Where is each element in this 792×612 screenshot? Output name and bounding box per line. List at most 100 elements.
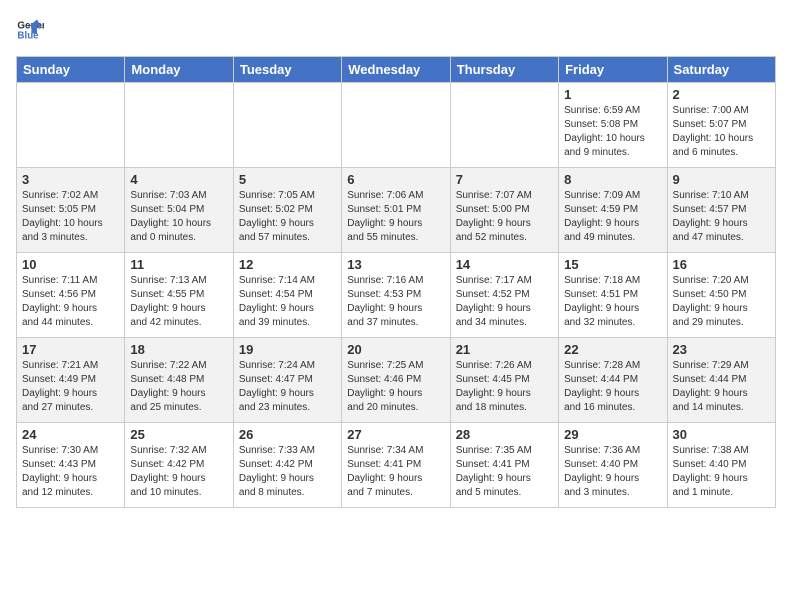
- day-number: 18: [130, 342, 227, 357]
- week-row-3: 10 Sunrise: 7:11 AM Sunset: 4:56 PM Dayli…: [17, 253, 776, 338]
- day-number: 19: [239, 342, 336, 357]
- day-number: 17: [22, 342, 119, 357]
- day-cell: 2 Sunrise: 7:00 AM Sunset: 5:07 PM Daylig…: [667, 83, 775, 168]
- day-cell: 12Sunrise: 7:14 AM Sunset: 4:54 PM Dayli…: [233, 253, 341, 338]
- day-number: 5: [239, 172, 336, 187]
- day-cell: [17, 83, 125, 168]
- day-cell: 13 Sunrise: 7:16 AM Sunset: 4:53 PM Dayli…: [342, 253, 450, 338]
- col-header-sunday: Sunday: [17, 57, 125, 83]
- day-info: Sunrise: 7:34 AM Sunset: 4:41 PM Dayligh…: [347, 444, 444, 500]
- day-number: 15: [564, 257, 661, 272]
- day-number: 12: [239, 257, 336, 272]
- day-cell: 28 Sunrise: 7:35 AM Sunset: 4:41 PM Dayli…: [450, 423, 558, 508]
- day-cell: 4Sunrise: 7:03 AM Sunset: 5:04 PM Daylig…: [125, 168, 233, 253]
- week-row-4: 17 Sunrise: 7:21 AM Sunset: 4:49 PM Dayli…: [17, 338, 776, 423]
- day-cell: 24Sunrise: 7:30 AM Sunset: 4:43 PM Dayli…: [17, 423, 125, 508]
- logo: General Blue: [16, 16, 48, 44]
- week-row-2: 3Sunrise: 7:02 AM Sunset: 5:05 PM Daylig…: [17, 168, 776, 253]
- day-cell: 3Sunrise: 7:02 AM Sunset: 5:05 PM Daylig…: [17, 168, 125, 253]
- day-number: 27: [347, 427, 444, 442]
- col-header-wednesday: Wednesday: [342, 57, 450, 83]
- week-row-5: 24Sunrise: 7:30 AM Sunset: 4:43 PM Dayli…: [17, 423, 776, 508]
- day-number: 8: [564, 172, 661, 187]
- day-cell: 8 Sunrise: 7:09 AM Sunset: 4:59 PM Daylig…: [559, 168, 667, 253]
- day-info: Sunrise: 6:59 AM Sunset: 5:08 PM Dayligh…: [564, 104, 661, 160]
- header-row: SundayMondayTuesdayWednesdayThursdayFrid…: [17, 57, 776, 83]
- day-number: 2: [673, 87, 770, 102]
- day-info: Sunrise: 7:05 AM Sunset: 5:02 PM Dayligh…: [239, 189, 336, 245]
- day-info: Sunrise: 7:17 AM Sunset: 4:52 PM Dayligh…: [456, 274, 553, 330]
- day-cell: 20Sunrise: 7:25 AM Sunset: 4:46 PM Dayli…: [342, 338, 450, 423]
- day-number: 21: [456, 342, 553, 357]
- day-cell: 18 Sunrise: 7:22 AM Sunset: 4:48 PM Dayli…: [125, 338, 233, 423]
- day-info: Sunrise: 7:11 AM Sunset: 4:56 PM Dayligh…: [22, 274, 119, 330]
- day-cell: 30 Sunrise: 7:38 AM Sunset: 4:40 PM Dayli…: [667, 423, 775, 508]
- day-number: 16: [673, 257, 770, 272]
- day-info: Sunrise: 7:29 AM Sunset: 4:44 PM Dayligh…: [673, 359, 770, 415]
- col-header-tuesday: Tuesday: [233, 57, 341, 83]
- col-header-saturday: Saturday: [667, 57, 775, 83]
- day-info: Sunrise: 7:28 AM Sunset: 4:44 PM Dayligh…: [564, 359, 661, 415]
- day-info: Sunrise: 7:38 AM Sunset: 4:40 PM Dayligh…: [673, 444, 770, 500]
- day-cell: 17 Sunrise: 7:21 AM Sunset: 4:49 PM Dayli…: [17, 338, 125, 423]
- day-info: Sunrise: 7:21 AM Sunset: 4:49 PM Dayligh…: [22, 359, 119, 415]
- day-info: Sunrise: 7:36 AM Sunset: 4:40 PM Dayligh…: [564, 444, 661, 500]
- day-cell: 6 Sunrise: 7:06 AM Sunset: 5:01 PM Daylig…: [342, 168, 450, 253]
- day-info: Sunrise: 7:02 AM Sunset: 5:05 PM Dayligh…: [22, 189, 119, 245]
- day-cell: 21 Sunrise: 7:26 AM Sunset: 4:45 PM Dayli…: [450, 338, 558, 423]
- day-info: Sunrise: 7:22 AM Sunset: 4:48 PM Dayligh…: [130, 359, 227, 415]
- col-header-thursday: Thursday: [450, 57, 558, 83]
- day-number: 4: [130, 172, 227, 187]
- day-cell: 29 Sunrise: 7:36 AM Sunset: 4:40 PM Dayli…: [559, 423, 667, 508]
- day-number: 23: [673, 342, 770, 357]
- day-info: Sunrise: 7:13 AM Sunset: 4:55 PM Dayligh…: [130, 274, 227, 330]
- logo-icon: General Blue: [16, 16, 44, 44]
- day-number: 10: [22, 257, 119, 272]
- day-cell: 1 Sunrise: 6:59 AM Sunset: 5:08 PM Daylig…: [559, 83, 667, 168]
- day-info: Sunrise: 7:25 AM Sunset: 4:46 PM Dayligh…: [347, 359, 444, 415]
- day-cell: 16 Sunrise: 7:20 AM Sunset: 4:50 PM Dayli…: [667, 253, 775, 338]
- calendar-table: SundayMondayTuesdayWednesdayThursdayFrid…: [16, 56, 776, 508]
- day-cell: 9 Sunrise: 7:10 AM Sunset: 4:57 PM Daylig…: [667, 168, 775, 253]
- day-number: 11: [130, 257, 227, 272]
- day-number: 22: [564, 342, 661, 357]
- day-info: Sunrise: 7:10 AM Sunset: 4:57 PM Dayligh…: [673, 189, 770, 245]
- day-cell: 27 Sunrise: 7:34 AM Sunset: 4:41 PM Dayli…: [342, 423, 450, 508]
- day-info: Sunrise: 7:26 AM Sunset: 4:45 PM Dayligh…: [456, 359, 553, 415]
- day-info: Sunrise: 7:33 AM Sunset: 4:42 PM Dayligh…: [239, 444, 336, 500]
- day-cell: 10 Sunrise: 7:11 AM Sunset: 4:56 PM Dayli…: [17, 253, 125, 338]
- day-info: Sunrise: 7:35 AM Sunset: 4:41 PM Dayligh…: [456, 444, 553, 500]
- day-info: Sunrise: 7:07 AM Sunset: 5:00 PM Dayligh…: [456, 189, 553, 245]
- day-cell: 25Sunrise: 7:32 AM Sunset: 4:42 PM Dayli…: [125, 423, 233, 508]
- day-info: Sunrise: 7:16 AM Sunset: 4:53 PM Dayligh…: [347, 274, 444, 330]
- day-info: Sunrise: 7:30 AM Sunset: 4:43 PM Dayligh…: [22, 444, 119, 500]
- day-number: 6: [347, 172, 444, 187]
- day-cell: [342, 83, 450, 168]
- day-info: Sunrise: 7:00 AM Sunset: 5:07 PM Dayligh…: [673, 104, 770, 160]
- day-number: 29: [564, 427, 661, 442]
- day-info: Sunrise: 7:06 AM Sunset: 5:01 PM Dayligh…: [347, 189, 444, 245]
- day-info: Sunrise: 7:09 AM Sunset: 4:59 PM Dayligh…: [564, 189, 661, 245]
- day-cell: 11 Sunrise: 7:13 AM Sunset: 4:55 PM Dayli…: [125, 253, 233, 338]
- week-row-1: 1 Sunrise: 6:59 AM Sunset: 5:08 PM Daylig…: [17, 83, 776, 168]
- day-info: Sunrise: 7:24 AM Sunset: 4:47 PM Dayligh…: [239, 359, 336, 415]
- day-cell: 22 Sunrise: 7:28 AM Sunset: 4:44 PM Dayli…: [559, 338, 667, 423]
- day-cell: 15Sunrise: 7:18 AM Sunset: 4:51 PM Dayli…: [559, 253, 667, 338]
- col-header-monday: Monday: [125, 57, 233, 83]
- page-header: General Blue: [16, 16, 776, 44]
- col-header-friday: Friday: [559, 57, 667, 83]
- day-cell: [233, 83, 341, 168]
- day-cell: 5 Sunrise: 7:05 AM Sunset: 5:02 PM Daylig…: [233, 168, 341, 253]
- day-number: 13: [347, 257, 444, 272]
- day-info: Sunrise: 7:32 AM Sunset: 4:42 PM Dayligh…: [130, 444, 227, 500]
- day-cell: [125, 83, 233, 168]
- day-cell: 19 Sunrise: 7:24 AM Sunset: 4:47 PM Dayli…: [233, 338, 341, 423]
- day-number: 1: [564, 87, 661, 102]
- day-cell: [450, 83, 558, 168]
- day-number: 30: [673, 427, 770, 442]
- day-info: Sunrise: 7:20 AM Sunset: 4:50 PM Dayligh…: [673, 274, 770, 330]
- day-number: 28: [456, 427, 553, 442]
- day-number: 14: [456, 257, 553, 272]
- day-number: 9: [673, 172, 770, 187]
- day-cell: 7Sunrise: 7:07 AM Sunset: 5:00 PM Daylig…: [450, 168, 558, 253]
